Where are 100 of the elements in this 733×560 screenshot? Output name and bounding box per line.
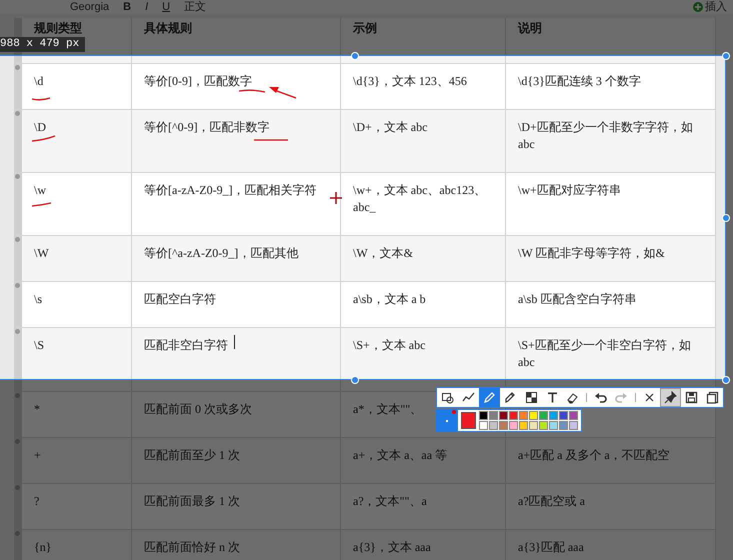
- undo-icon: [594, 391, 608, 404]
- color-swatch[interactable]: [529, 421, 538, 430]
- color-swatch[interactable]: [549, 421, 558, 430]
- table-cell: \W 匹配非字母等字符，如&: [518, 245, 665, 262]
- move-cursor-icon: [329, 191, 343, 205]
- table-cell: 等价[a-zA-Z0-9_]，匹配相关字符: [144, 182, 317, 199]
- line-tool-icon: [462, 391, 475, 404]
- pen-underline: [32, 97, 50, 100]
- selection-size-label: 988 x 479 px: [0, 37, 86, 52]
- color-swatch[interactable]: [479, 411, 488, 420]
- pin-tool-button[interactable]: [660, 388, 682, 407]
- text-tool-icon: [546, 391, 559, 404]
- table-cell: 等价[^0-9]，匹配非数字: [144, 119, 270, 136]
- row-handle[interactable]: [14, 173, 22, 235]
- table-cell: a+，文本 a、aa 等: [353, 447, 448, 464]
- table-cell: \D: [34, 119, 46, 136]
- color-swatch[interactable]: [479, 421, 488, 430]
- style-selector[interactable]: 正文: [184, 1, 206, 13]
- color-swatch[interactable]: [529, 411, 538, 420]
- format-button[interactable]: B: [123, 1, 132, 13]
- table-cell: \s: [34, 291, 42, 308]
- table-cell: ?: [34, 493, 40, 510]
- table-cell: {n}: [34, 539, 52, 556]
- mosaic-icon: [524, 391, 538, 404]
- selection-frame[interactable]: [0, 55, 726, 380]
- pen-underline: [254, 139, 288, 141]
- pen-arrow: [269, 87, 296, 99]
- color-swatch[interactable]: [569, 421, 578, 430]
- row-handle[interactable]: [14, 530, 22, 560]
- table-cell: \S: [34, 337, 44, 354]
- color-swatch[interactable]: [549, 411, 558, 420]
- color-swatch[interactable]: [559, 411, 568, 420]
- save-icon: [685, 391, 698, 404]
- color-swatch[interactable]: [569, 411, 578, 420]
- pen-tool-button[interactable]: [478, 388, 500, 407]
- insert-menu[interactable]: 插入: [705, 1, 727, 13]
- pen-underline: [32, 135, 56, 142]
- format-button[interactable]: U: [162, 1, 170, 13]
- table-cell: a\sb，文本 a b: [353, 291, 426, 308]
- row-handle[interactable]: [14, 392, 22, 437]
- current-color[interactable]: [461, 412, 476, 429]
- table-cell-text: \S+匹配至少一个非空白字符，如abc: [518, 337, 692, 371]
- table-cell: *: [34, 401, 40, 418]
- table-cell: \W: [34, 245, 49, 262]
- table-cell-text: \D+匹配至少一个非数字字符，如abc: [518, 119, 694, 153]
- table-cell: \S+，文本 abc: [353, 337, 426, 354]
- row-handle[interactable]: [14, 110, 22, 172]
- table-cell: \W，文本&: [353, 245, 413, 262]
- table-cell: \w: [34, 182, 46, 199]
- table-cell: \d{3}匹配连续 3 个数字: [518, 73, 641, 90]
- table-cell: \d{3}，文本 123、456: [353, 73, 467, 90]
- resize-handle[interactable]: [722, 214, 730, 222]
- pen-underline: [238, 90, 266, 93]
- table-cell: 匹配前面恰好 n 次: [144, 539, 240, 556]
- table-cell: 匹配前面至少 1 次: [144, 447, 240, 464]
- pencil-icon: [482, 391, 496, 404]
- table-cell: \w+匹配对应字符串: [518, 182, 621, 199]
- color-swatch[interactable]: [499, 411, 508, 420]
- table-cell: a?匹配空或 a: [518, 493, 585, 510]
- table-cell: 匹配前面 0 次或多次: [144, 401, 252, 418]
- color-swatch[interactable]: [489, 411, 498, 420]
- pin-icon: [664, 391, 678, 404]
- resize-handle[interactable]: [722, 376, 730, 384]
- table-cell: 匹配空白字符: [144, 291, 216, 308]
- column-header: 示例: [353, 20, 377, 37]
- row-handle[interactable]: [14, 282, 22, 327]
- marker-icon: [504, 391, 517, 404]
- row-handle[interactable]: [14, 484, 22, 529]
- table-cell: a+匹配 a 及多个 a，不匹配空: [518, 447, 670, 464]
- row-handle[interactable]: [14, 438, 22, 483]
- color-swatch[interactable]: [539, 421, 548, 430]
- table-cell: a{3}，文本 aaa: [353, 539, 431, 556]
- row-handle[interactable]: [14, 236, 22, 281]
- color-swatch[interactable]: [509, 421, 518, 430]
- format-button[interactable]: I: [145, 1, 148, 13]
- color-swatch[interactable]: [499, 421, 508, 430]
- shape-tool-icon: [440, 391, 454, 404]
- table-cell: +: [34, 447, 41, 464]
- color-swatch[interactable]: [559, 421, 568, 430]
- column-header: 说明: [518, 20, 542, 37]
- table-cell: 匹配非空白字符: [144, 337, 228, 354]
- table-cell: 等价[0-9]，匹配数字: [144, 73, 252, 90]
- table-cell: 等价[^a-zA-Z0-9_]，匹配其他: [144, 245, 298, 262]
- eraser-icon: [566, 391, 580, 404]
- table-cell: \D+，文本 abc: [353, 119, 428, 136]
- row-handle[interactable]: [14, 328, 22, 391]
- color-swatch[interactable]: [539, 411, 548, 420]
- color-swatch[interactable]: [509, 411, 518, 420]
- color-swatch[interactable]: [519, 421, 528, 430]
- resize-handle[interactable]: [722, 52, 730, 60]
- font-selector[interactable]: Georgia: [70, 1, 110, 13]
- table-cell: 匹配前面最多 1 次: [144, 493, 240, 510]
- color-swatch[interactable]: [489, 421, 498, 430]
- column-header: 规则类型: [34, 20, 82, 37]
- color-swatch[interactable]: [519, 411, 528, 420]
- table-cell: a*，文本""、: [353, 401, 422, 418]
- copy-icon: [706, 391, 720, 404]
- table-cell-text: \w+，文本 abc、abc123、abc_: [353, 182, 488, 216]
- table-cell: a\sb 匹配含空白字符串: [518, 291, 636, 308]
- row-handle[interactable]: [14, 64, 22, 109]
